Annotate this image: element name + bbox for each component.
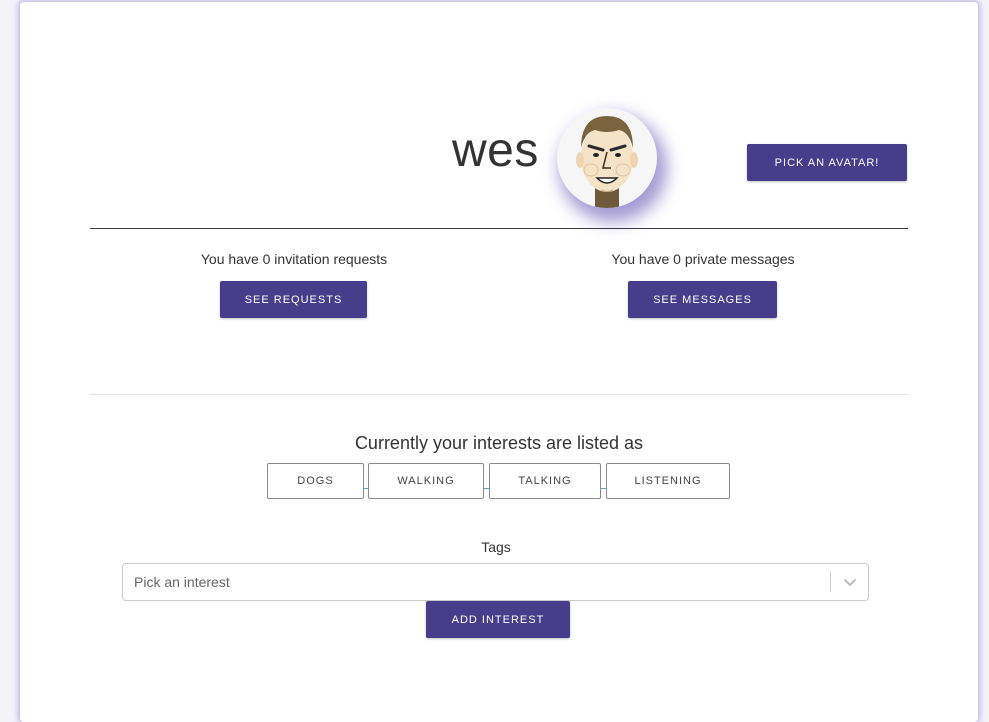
private-messages-text: You have 0 private messages (611, 251, 795, 267)
interests-heading: Currently your interests are listed as (354, 433, 644, 453)
see-messages-button[interactable]: SEE MESSAGES (628, 281, 777, 318)
pick-avatar-button[interactable]: PICK AN AVATAR! (747, 144, 907, 181)
add-interest-button[interactable]: ADD INTEREST (426, 601, 570, 638)
interest-tag-talking[interactable]: TALKING (489, 463, 601, 499)
avatar-face-icon (576, 116, 638, 208)
interest-tag-dogs[interactable]: DOGS (267, 463, 364, 499)
select-separator (830, 572, 831, 592)
interest-tag-walking[interactable]: WALKING (368, 463, 484, 499)
select-placeholder: Pick an interest (134, 574, 230, 590)
chevron-down-icon[interactable] (843, 575, 857, 589)
section-divider (90, 394, 908, 395)
header-divider (90, 228, 908, 229)
profile-card: wes PICK AN AVATAR! You have 0 invitatio… (20, 2, 978, 722)
see-requests-button[interactable]: SEE REQUESTS (220, 281, 367, 318)
interest-tag-listening[interactable]: LISTENING (606, 463, 730, 499)
avatar (557, 108, 657, 208)
invitation-requests-text: You have 0 invitation requests (200, 251, 388, 267)
username-heading: wes (452, 124, 539, 177)
tags-label: Tags (481, 539, 511, 555)
interest-select[interactable]: Pick an interest (122, 563, 869, 601)
